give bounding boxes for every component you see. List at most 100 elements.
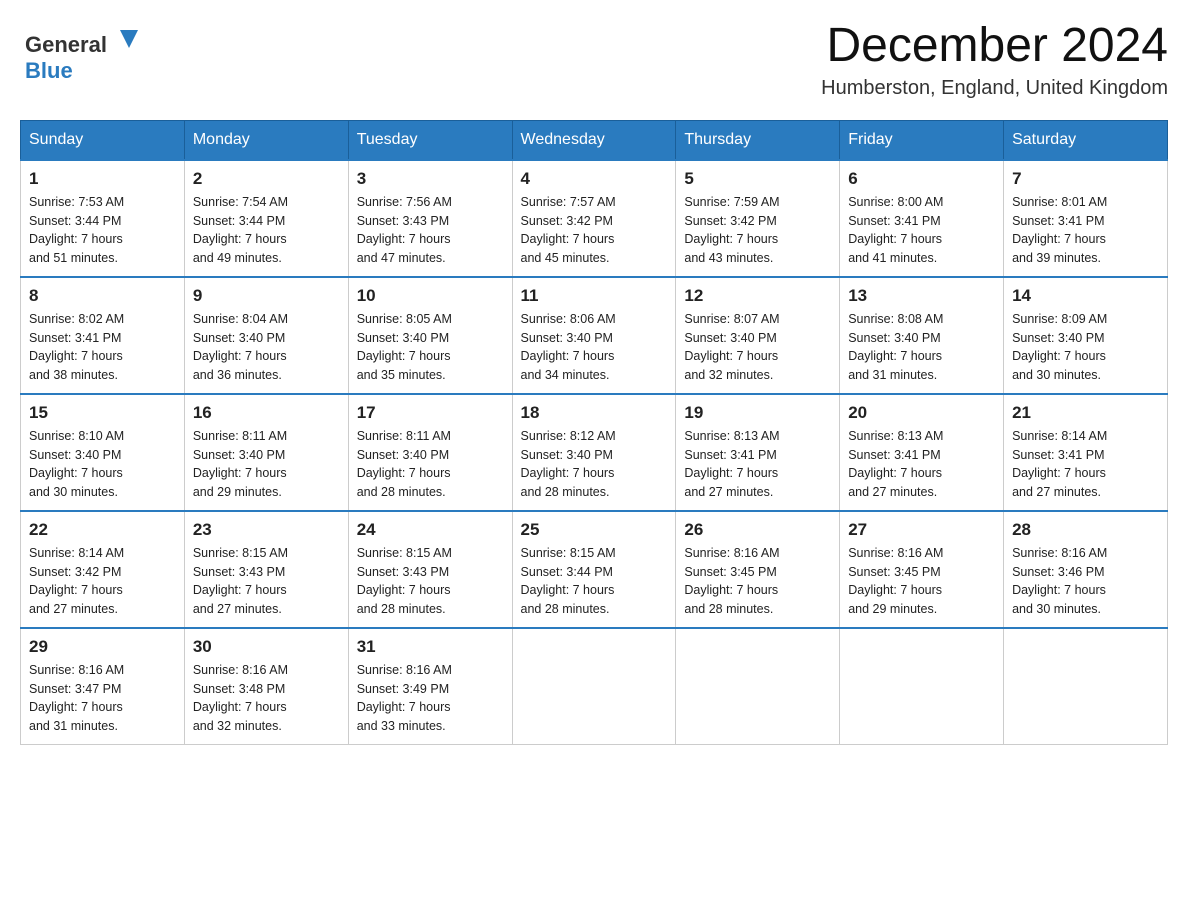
calendar-day-cell: 25 Sunrise: 8:15 AM Sunset: 3:44 PM Dayl… [512, 511, 676, 628]
day-info: Sunrise: 8:16 AM Sunset: 3:46 PM Dayligh… [1012, 544, 1159, 619]
calendar-day-cell: 27 Sunrise: 8:16 AM Sunset: 3:45 PM Dayl… [840, 511, 1004, 628]
day-number: 10 [357, 286, 504, 306]
calendar-day-cell: 3 Sunrise: 7:56 AM Sunset: 3:43 PM Dayli… [348, 160, 512, 277]
calendar-day-cell: 6 Sunrise: 8:00 AM Sunset: 3:41 PM Dayli… [840, 160, 1004, 277]
header-tuesday: Tuesday [348, 120, 512, 160]
day-info: Sunrise: 8:13 AM Sunset: 3:41 PM Dayligh… [684, 427, 831, 502]
calendar-day-cell: 12 Sunrise: 8:07 AM Sunset: 3:40 PM Dayl… [676, 277, 840, 394]
day-info: Sunrise: 8:16 AM Sunset: 3:47 PM Dayligh… [29, 661, 176, 736]
day-info: Sunrise: 8:16 AM Sunset: 3:48 PM Dayligh… [193, 661, 340, 736]
header-sunday: Sunday [21, 120, 185, 160]
day-number: 11 [521, 286, 668, 306]
calendar-day-cell: 17 Sunrise: 8:11 AM Sunset: 3:40 PM Dayl… [348, 394, 512, 511]
day-info: Sunrise: 8:06 AM Sunset: 3:40 PM Dayligh… [521, 310, 668, 385]
calendar-day-cell: 11 Sunrise: 8:06 AM Sunset: 3:40 PM Dayl… [512, 277, 676, 394]
logo-wordmark: General Blue [20, 20, 150, 95]
day-info: Sunrise: 8:04 AM Sunset: 3:40 PM Dayligh… [193, 310, 340, 385]
calendar-day-cell: 30 Sunrise: 8:16 AM Sunset: 3:48 PM Dayl… [184, 628, 348, 745]
day-info: Sunrise: 8:16 AM Sunset: 3:45 PM Dayligh… [684, 544, 831, 619]
day-number: 4 [521, 169, 668, 189]
day-info: Sunrise: 8:05 AM Sunset: 3:40 PM Dayligh… [357, 310, 504, 385]
calendar-day-cell [512, 628, 676, 745]
calendar-day-cell: 28 Sunrise: 8:16 AM Sunset: 3:46 PM Dayl… [1004, 511, 1168, 628]
day-number: 3 [357, 169, 504, 189]
day-number: 1 [29, 169, 176, 189]
day-number: 19 [684, 403, 831, 423]
day-number: 12 [684, 286, 831, 306]
day-number: 20 [848, 403, 995, 423]
calendar-week-row: 29 Sunrise: 8:16 AM Sunset: 3:47 PM Dayl… [21, 628, 1168, 745]
calendar-day-cell: 29 Sunrise: 8:16 AM Sunset: 3:47 PM Dayl… [21, 628, 185, 745]
day-info: Sunrise: 8:15 AM Sunset: 3:44 PM Dayligh… [521, 544, 668, 619]
calendar-day-cell: 9 Sunrise: 8:04 AM Sunset: 3:40 PM Dayli… [184, 277, 348, 394]
title-block: December 2024 Humberston, England, Unite… [821, 20, 1168, 100]
day-info: Sunrise: 8:01 AM Sunset: 3:41 PM Dayligh… [1012, 193, 1159, 268]
calendar-table: Sunday Monday Tuesday Wednesday Thursday… [20, 120, 1168, 745]
calendar-day-cell: 21 Sunrise: 8:14 AM Sunset: 3:41 PM Dayl… [1004, 394, 1168, 511]
day-info: Sunrise: 8:16 AM Sunset: 3:49 PM Dayligh… [357, 661, 504, 736]
day-info: Sunrise: 8:16 AM Sunset: 3:45 PM Dayligh… [848, 544, 995, 619]
day-info: Sunrise: 8:11 AM Sunset: 3:40 PM Dayligh… [357, 427, 504, 502]
day-number: 9 [193, 286, 340, 306]
calendar-week-row: 8 Sunrise: 8:02 AM Sunset: 3:41 PM Dayli… [21, 277, 1168, 394]
location-subtitle: Humberston, England, United Kingdom [821, 77, 1168, 100]
day-info: Sunrise: 8:12 AM Sunset: 3:40 PM Dayligh… [521, 427, 668, 502]
day-info: Sunrise: 8:09 AM Sunset: 3:40 PM Dayligh… [1012, 310, 1159, 385]
calendar-day-cell: 1 Sunrise: 7:53 AM Sunset: 3:44 PM Dayli… [21, 160, 185, 277]
day-info: Sunrise: 7:56 AM Sunset: 3:43 PM Dayligh… [357, 193, 504, 268]
calendar-day-cell [676, 628, 840, 745]
calendar-day-cell: 10 Sunrise: 8:05 AM Sunset: 3:40 PM Dayl… [348, 277, 512, 394]
header-thursday: Thursday [676, 120, 840, 160]
calendar-day-cell [840, 628, 1004, 745]
day-number: 24 [357, 520, 504, 540]
logo: General Blue [20, 20, 150, 95]
day-info: Sunrise: 8:13 AM Sunset: 3:41 PM Dayligh… [848, 427, 995, 502]
day-number: 8 [29, 286, 176, 306]
day-number: 29 [29, 637, 176, 657]
day-number: 17 [357, 403, 504, 423]
day-info: Sunrise: 8:00 AM Sunset: 3:41 PM Dayligh… [848, 193, 995, 268]
day-number: 21 [1012, 403, 1159, 423]
calendar-day-cell: 14 Sunrise: 8:09 AM Sunset: 3:40 PM Dayl… [1004, 277, 1168, 394]
day-number: 30 [193, 637, 340, 657]
calendar-day-cell: 5 Sunrise: 7:59 AM Sunset: 3:42 PM Dayli… [676, 160, 840, 277]
day-number: 28 [1012, 520, 1159, 540]
day-number: 31 [357, 637, 504, 657]
day-info: Sunrise: 8:15 AM Sunset: 3:43 PM Dayligh… [193, 544, 340, 619]
month-year-title: December 2024 [821, 20, 1168, 73]
calendar-day-cell: 4 Sunrise: 7:57 AM Sunset: 3:42 PM Dayli… [512, 160, 676, 277]
calendar-day-cell: 26 Sunrise: 8:16 AM Sunset: 3:45 PM Dayl… [676, 511, 840, 628]
day-number: 15 [29, 403, 176, 423]
header-monday: Monday [184, 120, 348, 160]
page-header: General Blue December 2024 Humberston, E… [20, 20, 1168, 100]
day-info: Sunrise: 8:11 AM Sunset: 3:40 PM Dayligh… [193, 427, 340, 502]
calendar-day-cell [1004, 628, 1168, 745]
svg-text:Blue: Blue [25, 58, 73, 83]
day-info: Sunrise: 7:54 AM Sunset: 3:44 PM Dayligh… [193, 193, 340, 268]
day-number: 25 [521, 520, 668, 540]
day-number: 6 [848, 169, 995, 189]
day-info: Sunrise: 8:15 AM Sunset: 3:43 PM Dayligh… [357, 544, 504, 619]
day-number: 22 [29, 520, 176, 540]
day-info: Sunrise: 8:07 AM Sunset: 3:40 PM Dayligh… [684, 310, 831, 385]
calendar-day-cell: 31 Sunrise: 8:16 AM Sunset: 3:49 PM Dayl… [348, 628, 512, 745]
calendar-day-cell: 8 Sunrise: 8:02 AM Sunset: 3:41 PM Dayli… [21, 277, 185, 394]
weekday-header-row: Sunday Monday Tuesday Wednesday Thursday… [21, 120, 1168, 160]
day-info: Sunrise: 7:53 AM Sunset: 3:44 PM Dayligh… [29, 193, 176, 268]
day-number: 7 [1012, 169, 1159, 189]
calendar-day-cell: 7 Sunrise: 8:01 AM Sunset: 3:41 PM Dayli… [1004, 160, 1168, 277]
header-saturday: Saturday [1004, 120, 1168, 160]
day-info: Sunrise: 8:08 AM Sunset: 3:40 PM Dayligh… [848, 310, 995, 385]
day-number: 14 [1012, 286, 1159, 306]
header-friday: Friday [840, 120, 1004, 160]
calendar-week-row: 22 Sunrise: 8:14 AM Sunset: 3:42 PM Dayl… [21, 511, 1168, 628]
day-info: Sunrise: 7:59 AM Sunset: 3:42 PM Dayligh… [684, 193, 831, 268]
calendar-day-cell: 19 Sunrise: 8:13 AM Sunset: 3:41 PM Dayl… [676, 394, 840, 511]
day-number: 16 [193, 403, 340, 423]
day-number: 26 [684, 520, 831, 540]
day-info: Sunrise: 8:14 AM Sunset: 3:42 PM Dayligh… [29, 544, 176, 619]
calendar-body: 1 Sunrise: 7:53 AM Sunset: 3:44 PM Dayli… [21, 160, 1168, 745]
calendar-day-cell: 23 Sunrise: 8:15 AM Sunset: 3:43 PM Dayl… [184, 511, 348, 628]
calendar-week-row: 15 Sunrise: 8:10 AM Sunset: 3:40 PM Dayl… [21, 394, 1168, 511]
calendar-day-cell: 15 Sunrise: 8:10 AM Sunset: 3:40 PM Dayl… [21, 394, 185, 511]
